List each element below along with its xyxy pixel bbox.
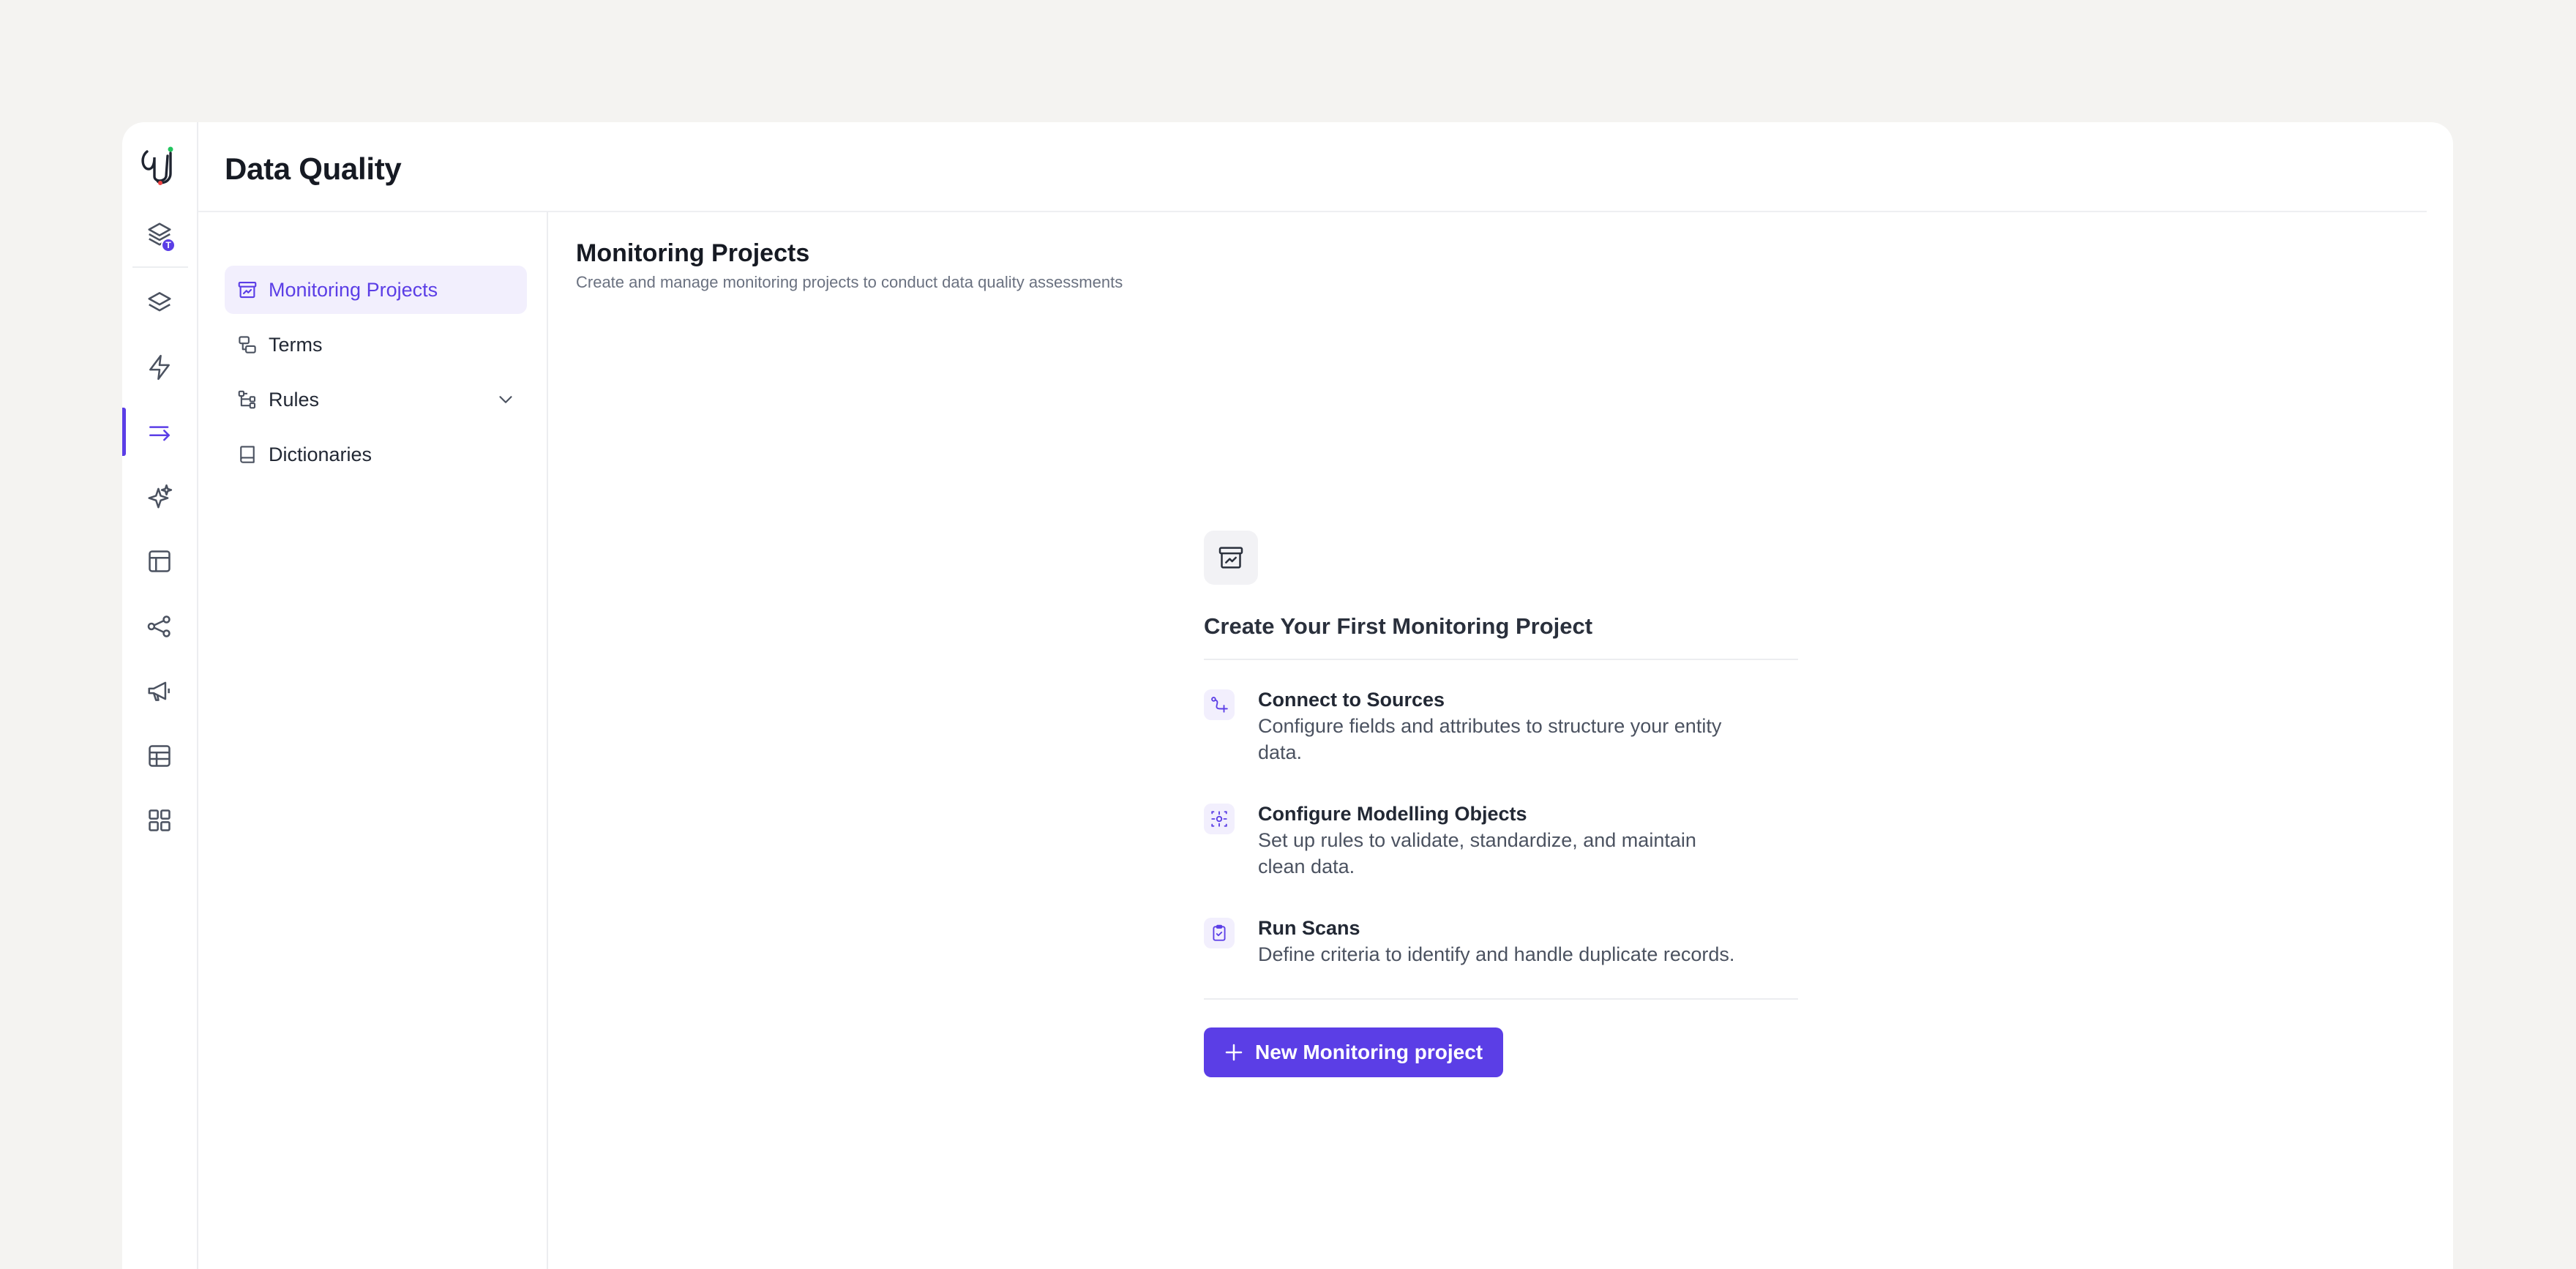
secondary-nav: Monitoring Projects Terms Rules Dictiona… [198, 212, 548, 1269]
button-label: New Monitoring project [1255, 1041, 1483, 1063]
empty-state: Create Your First Monitoring Project Con… [1204, 531, 1798, 1077]
rail-item-layout[interactable] [122, 537, 197, 585]
layout-icon [149, 550, 171, 572]
rail-separator [132, 266, 188, 268]
share-nodes-icon [147, 615, 171, 637]
grid-icon [149, 809, 171, 831]
archive-chart-icon [1218, 547, 1243, 569]
step-title: Connect to Sources [1258, 689, 1445, 711]
rail-badge: T [161, 238, 176, 252]
table-icon [149, 745, 171, 767]
subnav-item-label: Monitoring Projects [269, 278, 438, 301]
rail-item-layers-badge[interactable]: T [122, 210, 197, 258]
empty-state-icon-box [1204, 531, 1258, 585]
section-subtitle: Create and manage monitoring projects to… [576, 273, 1123, 291]
plus-icon [1225, 1044, 1243, 1061]
step-description: Define criteria to identify and handle d… [1258, 943, 1735, 965]
layers-icon [148, 292, 171, 312]
modelling-objects-icon [1204, 804, 1235, 834]
clipboard-check-icon [1204, 918, 1235, 948]
megaphone-icon [148, 681, 170, 701]
subnav-item-label: Rules [269, 388, 320, 411]
rail-item-grid[interactable] [122, 796, 197, 845]
rail-item-layers[interactable] [122, 278, 197, 326]
rail-item-sparkles[interactable] [122, 473, 197, 521]
rail-item-share[interactable] [122, 602, 197, 651]
section-title: Monitoring Projects [576, 239, 810, 267]
divider [1204, 998, 1798, 1000]
subnav-item-monitoring-projects[interactable]: Monitoring Projects [225, 266, 527, 314]
chevron-down-icon[interactable] [495, 389, 517, 411]
step-connect-sources: Connect to Sources Configure fields and … [1204, 686, 1798, 765]
logo-icon [141, 146, 173, 185]
connect-sources-icon [1204, 689, 1235, 720]
logo[interactable] [138, 144, 181, 187]
lightning-icon [149, 354, 170, 381]
subnav-item-terms[interactable]: Terms [225, 321, 527, 369]
step-run-scans: Run Scans Define criteria to identify an… [1204, 915, 1798, 967]
step-description: Configure fields and attributes to struc… [1258, 715, 1722, 763]
subnav-item-rules[interactable]: Rules [225, 375, 527, 424]
step-title: Configure Modelling Objects [1258, 803, 1527, 825]
page-title: Data Quality [225, 151, 402, 186]
subnav-item-label: Dictionaries [269, 443, 372, 465]
icon-rail: T [122, 122, 198, 1269]
steps-list: Connect to Sources Configure fields and … [1204, 686, 1798, 967]
arrow-right-flow-icon [149, 426, 170, 441]
step-description: Set up rules to validate, standardize, a… [1258, 829, 1696, 877]
divider [1204, 659, 1798, 660]
subnav-item-dictionaries[interactable]: Dictionaries [225, 430, 527, 479]
empty-state-title: Create Your First Monitoring Project [1204, 613, 1593, 639]
new-monitoring-project-button[interactable]: New Monitoring project [1204, 1027, 1504, 1077]
rail-item-table[interactable] [122, 732, 197, 780]
rail-item-lightning[interactable] [122, 343, 197, 392]
step-title: Run Scans [1258, 917, 1360, 939]
sparkles-icon [148, 484, 173, 509]
subnav-item-label: Terms [269, 333, 323, 356]
step-modelling-objects: Configure Modelling Objects Set up rules… [1204, 801, 1798, 880]
rail-item-megaphone[interactable] [122, 667, 197, 715]
terms-icon [236, 334, 258, 356]
book-icon [236, 443, 258, 465]
archive-chart-icon [236, 279, 258, 301]
rules-tree-icon [236, 389, 258, 411]
rail-item-flow[interactable] [122, 408, 197, 456]
app-window: T Data Quality Monitoring Projects Terms… [122, 122, 2453, 1269]
